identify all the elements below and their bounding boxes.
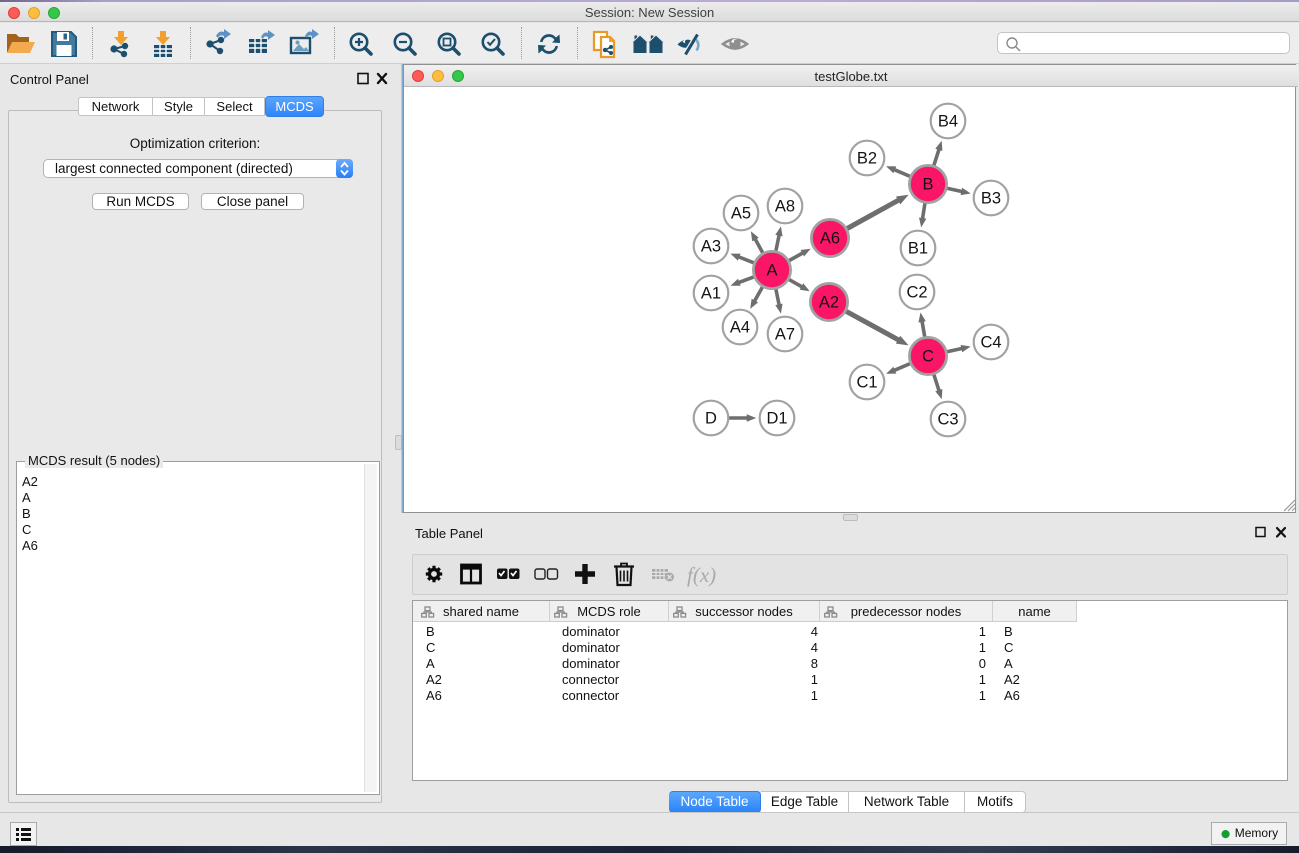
svg-text:B: B xyxy=(922,176,933,194)
svg-text:B2: B2 xyxy=(857,150,877,168)
svg-text:A8: A8 xyxy=(775,198,795,216)
svg-text:C2: C2 xyxy=(906,284,927,302)
svg-text:B1: B1 xyxy=(908,240,928,258)
svg-text:A4: A4 xyxy=(730,319,750,337)
svg-text:D: D xyxy=(705,410,717,428)
svg-text:B4: B4 xyxy=(938,113,958,131)
svg-text:C4: C4 xyxy=(980,334,1001,352)
svg-text:D1: D1 xyxy=(766,410,787,428)
svg-text:f(x): f(x) xyxy=(687,563,716,587)
svg-text:A7: A7 xyxy=(775,326,795,344)
svg-text:A5: A5 xyxy=(731,205,751,223)
svg-text:A2: A2 xyxy=(819,294,839,312)
svg-text:B3: B3 xyxy=(981,190,1001,208)
svg-text:A6: A6 xyxy=(820,230,840,248)
svg-text:C3: C3 xyxy=(937,411,958,429)
svg-text:C: C xyxy=(922,348,934,366)
svg-text:A1: A1 xyxy=(701,285,721,303)
svg-text:A: A xyxy=(766,262,777,280)
svg-text:A3: A3 xyxy=(701,238,721,256)
svg-text:C1: C1 xyxy=(856,374,877,392)
